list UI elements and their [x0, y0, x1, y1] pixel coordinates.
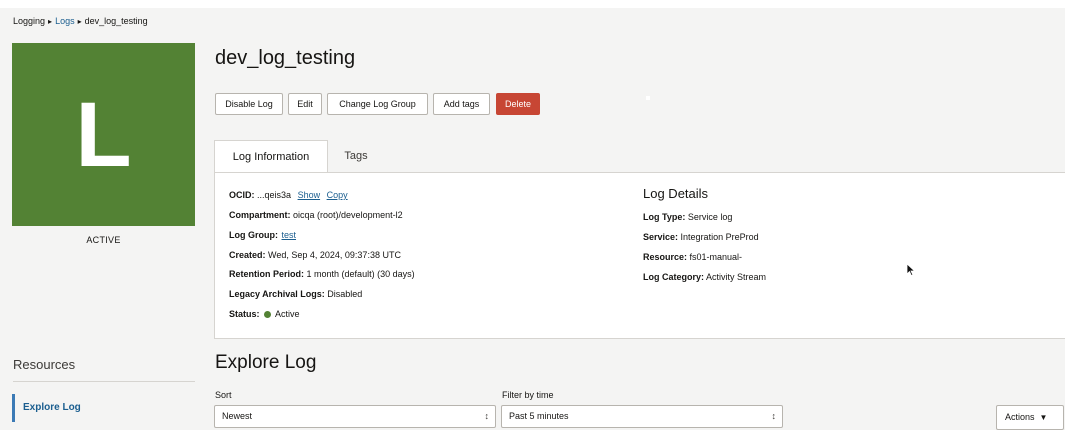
filter-time-select[interactable]: Past 5 minutes ↕ [501, 405, 783, 428]
resource-value: fs01-manual- [689, 252, 743, 262]
ocid-label: OCID: [229, 190, 255, 200]
ocid-show-link[interactable]: Show [298, 190, 321, 200]
created-value: Wed, Sep 4, 2024, 09:37:38 UTC [268, 250, 401, 260]
legacy-archival-label: Legacy Archival Logs: [229, 289, 325, 299]
resource-item-label: Explore Log [23, 402, 81, 413]
tab-tags[interactable]: Tags [330, 140, 382, 172]
compartment-label: Compartment: [229, 210, 291, 220]
disable-log-button[interactable]: Disable Log [215, 93, 283, 115]
breadcrumb-logging[interactable]: Logging [13, 16, 45, 26]
explore-log-heading: Explore Log [215, 352, 317, 373]
decorative-dot [646, 96, 650, 100]
breadcrumb-separator-icon: ▸ [48, 17, 53, 26]
log-type-row: Log Type: Service log [643, 212, 732, 222]
log-category-row: Log Category: Activity Stream [643, 272, 766, 282]
breadcrumb-separator-icon: ▸ [77, 17, 82, 26]
log-details-heading: Log Details [643, 186, 709, 201]
compartment-row: Compartment: oicqa (root)/development-l2 [229, 210, 403, 220]
created-label: Created: [229, 250, 266, 260]
retention-value: 1 month (default) (30 days) [306, 269, 415, 279]
resources-heading: Resources [13, 357, 76, 372]
log-category-value: Activity Stream [706, 272, 767, 282]
service-row: Service: Integration PreProd [643, 232, 759, 242]
ocid-copy-link[interactable]: Copy [327, 190, 348, 200]
tab-log-information[interactable]: Log Information [214, 140, 328, 173]
resource-status-label: ACTIVE [86, 235, 121, 245]
breadcrumb-current: dev_log_testing [84, 16, 148, 26]
change-log-group-button[interactable]: Change Log Group [327, 93, 428, 115]
sort-label: Sort [215, 390, 232, 400]
top-border [0, 0, 1065, 8]
log-group-row: Log Group: test [229, 230, 296, 240]
legacy-archival-row: Legacy Archival Logs: Disabled [229, 289, 362, 299]
select-chevron-icon: ↕ [771, 411, 777, 421]
actions-label: Actions [1005, 412, 1035, 422]
avatar-letter: L [75, 83, 132, 186]
resource-item-explore-log[interactable]: Explore Log [12, 394, 198, 422]
resource-row: Resource: fs01-manual- [643, 252, 742, 262]
ocid-value: ...qeis3a [257, 190, 292, 200]
log-group-label: Log Group: [229, 230, 278, 240]
legacy-archival-value: Disabled [327, 289, 363, 299]
filter-time-label: Filter by time [502, 390, 554, 400]
retention-label: Retention Period: [229, 269, 305, 279]
resources-divider [13, 381, 195, 382]
breadcrumb-logs[interactable]: Logs [55, 16, 75, 26]
status-dot-icon [264, 311, 272, 318]
mouse-pointer-icon [906, 263, 916, 277]
status-value: Active [275, 309, 300, 319]
page-title: dev_log_testing [215, 47, 356, 69]
log-type-value: Service log [687, 212, 733, 222]
add-tags-button[interactable]: Add tags [433, 93, 490, 115]
status-row: Status: Active [229, 309, 300, 319]
retention-row: Retention Period: 1 month (default) (30 … [229, 269, 415, 279]
resource-label: Resource: [643, 252, 688, 262]
caret-down-icon: ▼ [1039, 413, 1048, 422]
log-category-label: Log Category: [643, 272, 705, 282]
ocid-row: OCID: ...qeis3a Show Copy [229, 190, 348, 200]
service-value: Integration PreProd [680, 232, 759, 242]
log-group-link[interactable]: test [282, 230, 297, 240]
filter-time-value: Past 5 minutes [509, 411, 569, 421]
select-chevron-icon: ↕ [484, 411, 490, 421]
breadcrumb: Logging ▸ Logs ▸ dev_log_testing [13, 16, 148, 26]
compartment-value: oicqa (root)/development-l2 [293, 210, 403, 220]
sort-select-value: Newest [222, 411, 253, 421]
log-type-label: Log Type: [643, 212, 686, 222]
created-row: Created: Wed, Sep 4, 2024, 09:37:38 UTC [229, 250, 401, 260]
actions-menu-button[interactable]: Actions ▼ [996, 405, 1064, 430]
edit-button[interactable]: Edit [288, 93, 322, 115]
sort-select[interactable]: Newest ↕ [214, 405, 496, 428]
service-label: Service: [643, 232, 679, 242]
status-label: Status: [229, 309, 260, 319]
delete-button[interactable]: Delete [496, 93, 540, 115]
resource-avatar: L [12, 43, 195, 226]
